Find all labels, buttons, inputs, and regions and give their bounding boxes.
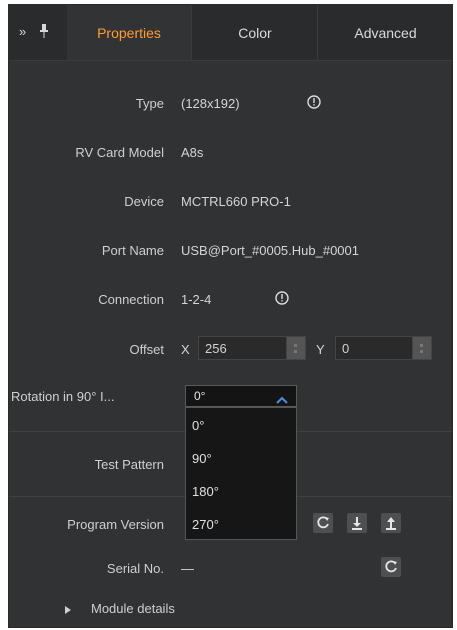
info-icon-graphic: [275, 291, 289, 305]
port-name-value: USB@Port_#0005.Hub_#0001: [181, 243, 359, 258]
info-icon[interactable]: [275, 291, 289, 305]
offset-label: Offset: [129, 342, 164, 357]
rv-card-model-value: A8s: [181, 145, 204, 160]
offset-y-stepper-arrows[interactable]: [412, 337, 431, 359]
rotation-selected-value: 0°: [194, 389, 206, 403]
module-details-toggle[interactable]: Module details: [91, 601, 175, 616]
connection-value: 1-2-4: [181, 292, 212, 307]
device-value: MCTRL660 PRO-1: [181, 194, 291, 209]
rv-card-model-label: RV Card Model: [75, 145, 164, 160]
info-icon-graphic: [307, 95, 321, 109]
type-label: Type: [135, 96, 164, 111]
offset-x-stepper-arrows[interactable]: [286, 337, 305, 359]
refresh-icon[interactable]: [381, 557, 401, 577]
port-name-label: Port Name: [101, 243, 164, 258]
info-icon[interactable]: [307, 95, 321, 109]
offset-y-stepper[interactable]: 0: [335, 336, 432, 360]
pin-icon[interactable]: [39, 24, 49, 41]
offset-x-label: X: [181, 342, 190, 357]
program-version-label: Program Version: [67, 517, 164, 532]
properties-panel: » Properties Color Advanced Type (128x19…: [8, 4, 453, 628]
rotation-option[interactable]: 0°: [192, 418, 204, 433]
download-icon[interactable]: [347, 513, 367, 533]
rotation-option[interactable]: 270°: [192, 517, 219, 532]
test-pattern-label: Test Pattern: [94, 457, 164, 472]
rotation-dropdown-list: 0° 90° 180° 270°: [185, 407, 297, 540]
pin-icon-graphic: [40, 24, 48, 38]
chevron-up-icon-graphic: [276, 396, 288, 404]
connection-label: Connection: [98, 292, 164, 307]
upload-icon[interactable]: [381, 513, 401, 533]
tab-advanced[interactable]: Advanced: [317, 5, 453, 60]
tab-bar: » Properties Color Advanced: [9, 5, 452, 61]
offset-x-stepper[interactable]: 256: [198, 336, 306, 360]
serial-no-value: —: [181, 561, 194, 576]
tab-color[interactable]: Color: [191, 5, 318, 60]
device-label: Device: [124, 194, 164, 209]
double-chevron-right-icon[interactable]: »: [19, 24, 26, 39]
triangle-right-icon[interactable]: [65, 606, 71, 614]
refresh-icon[interactable]: [313, 513, 333, 533]
rotation-select[interactable]: 0°: [185, 385, 297, 407]
download-icon-graphic: [352, 517, 362, 530]
refresh-icon-graphic: [385, 560, 397, 573]
rotation-option[interactable]: 90°: [192, 451, 212, 466]
tab-properties[interactable]: Properties: [67, 5, 191, 60]
type-value: (128x192): [181, 96, 240, 111]
offset-y-label: Y: [316, 342, 325, 357]
refresh-icon-graphic: [317, 516, 329, 529]
rotation-label: Rotation in 90° I...: [11, 389, 115, 404]
offset-x-value: 256: [205, 341, 227, 356]
offset-y-value: 0: [342, 341, 350, 356]
rotation-option[interactable]: 180°: [192, 484, 219, 499]
serial-no-label: Serial No.: [106, 561, 164, 576]
upload-icon-graphic: [386, 517, 396, 530]
